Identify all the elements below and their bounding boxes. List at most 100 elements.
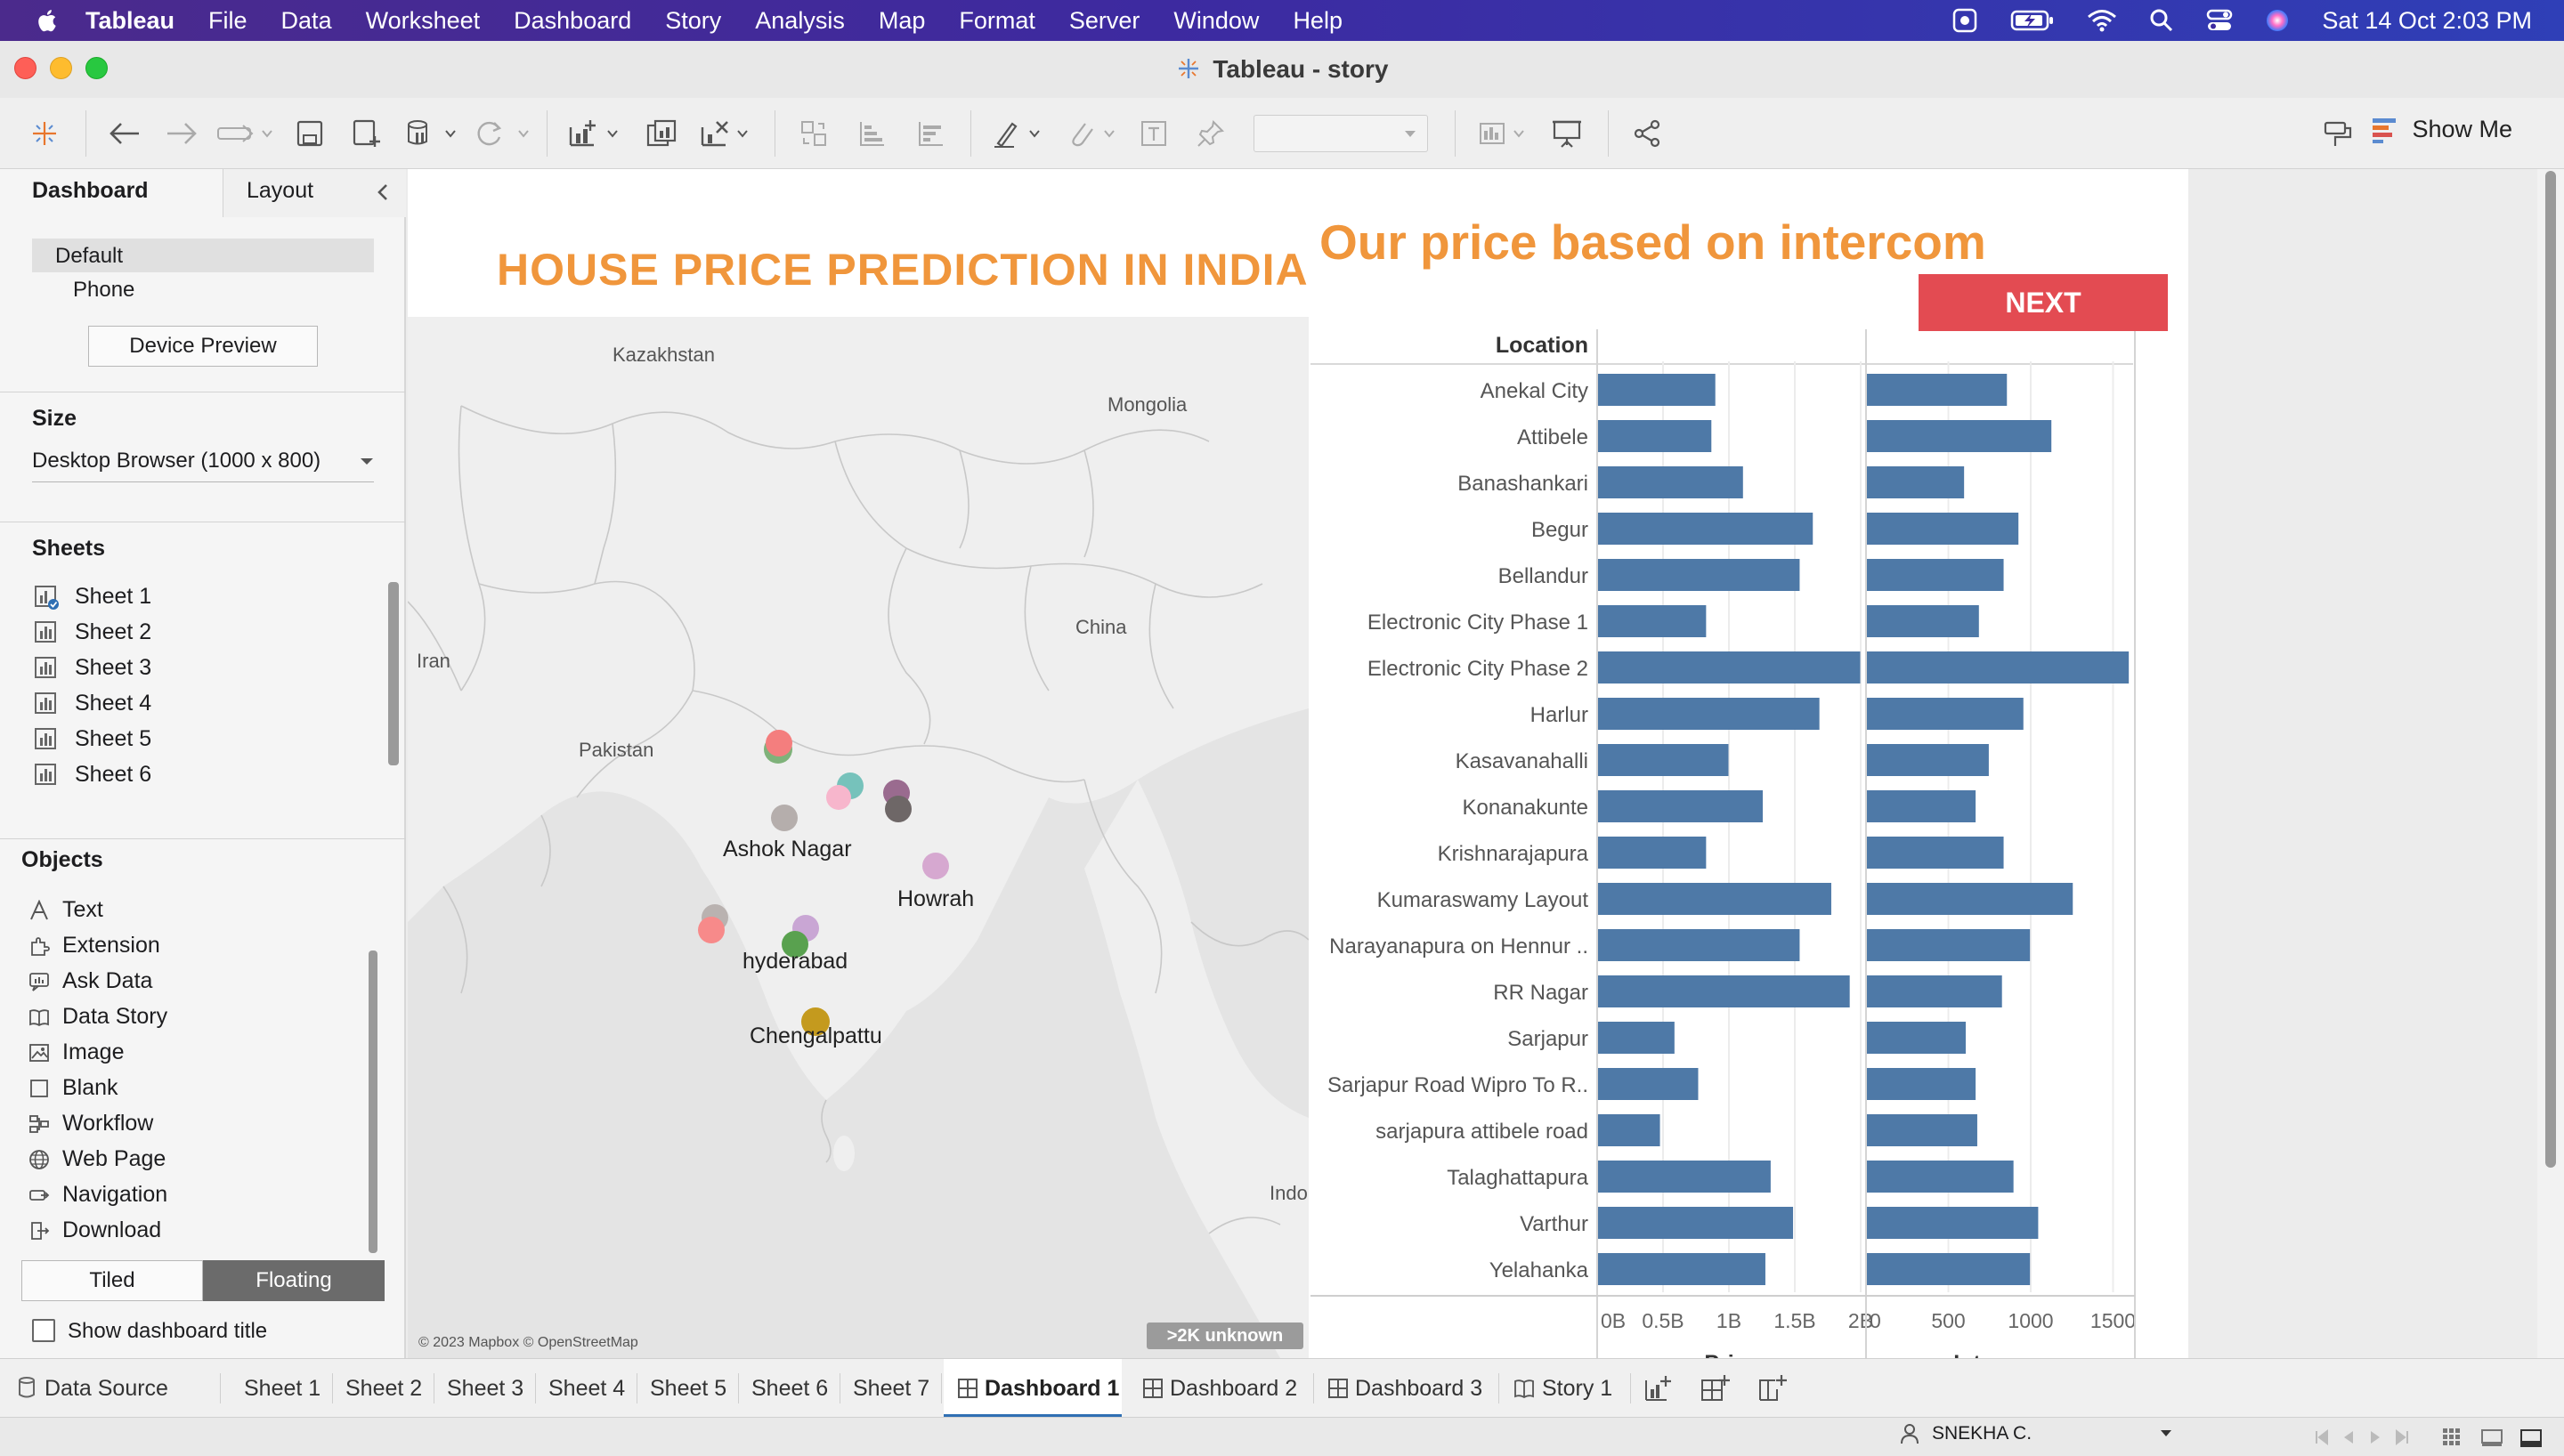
show-cards-icon[interactable] (1474, 114, 1537, 153)
share-icon[interactable] (1627, 114, 1667, 153)
menu-map[interactable]: Map (879, 7, 926, 35)
sort-descending-icon[interactable] (912, 114, 951, 153)
redo-icon[interactable] (162, 114, 201, 153)
previous-sheet-icon[interactable] (2340, 1428, 2357, 1446)
sheets-scrollbar[interactable] (388, 582, 399, 765)
tab-dashboard-2[interactable]: Dashboard 2 (1131, 1359, 1314, 1418)
highlight-icon[interactable] (990, 114, 1051, 153)
bar[interactable] (1598, 1207, 1794, 1239)
bar[interactable] (1867, 1068, 1976, 1100)
tabs-view-icon[interactable] (2519, 1427, 2543, 1448)
menu-clock[interactable]: Sat 14 Oct 2:03 PM (2322, 7, 2532, 35)
bar[interactable] (1598, 1022, 1675, 1054)
bar[interactable] (1598, 1161, 1771, 1193)
object-data-story[interactable]: Data Story (28, 1004, 167, 1030)
bar[interactable] (1867, 1253, 2031, 1285)
map-location-mark[interactable] (885, 796, 912, 822)
swap-rows-columns-icon[interactable] (794, 114, 833, 153)
tableau-home-icon[interactable] (25, 114, 64, 153)
collapse-pane-icon[interactable] (374, 180, 392, 205)
bar[interactable] (1867, 790, 1976, 822)
tab-sheet-5[interactable]: Sheet 5 (637, 1359, 739, 1418)
next-sheet-icon[interactable] (2366, 1428, 2384, 1446)
object-navigation[interactable]: Navigation (28, 1182, 167, 1208)
battery-icon[interactable] (2010, 9, 2055, 32)
bar[interactable] (1867, 420, 2052, 452)
object-ask-data[interactable]: Ask Data (28, 968, 152, 994)
bar[interactable] (1867, 1114, 1977, 1146)
new-worksheet-tab-icon[interactable] (1643, 1373, 1674, 1403)
fix-axes-icon[interactable] (1191, 114, 1230, 153)
bar[interactable] (1867, 605, 1979, 637)
menu-worksheet[interactable]: Worksheet (366, 7, 481, 35)
tab-sheet-1[interactable]: Sheet 1 (231, 1359, 333, 1418)
bar-chart-svg[interactable]: Location0B0.5B1B1.5B2BPrice050010001500I… (1310, 294, 2156, 1376)
object-image[interactable]: Image (28, 1039, 124, 1065)
bar[interactable] (1867, 1161, 2014, 1193)
menu-help[interactable]: Help (1293, 7, 1343, 35)
object-workflow[interactable]: Workflow (28, 1111, 153, 1136)
bar[interactable] (1867, 1207, 2039, 1239)
replay-icon[interactable] (214, 114, 278, 153)
map-location-mark[interactable] (922, 853, 949, 879)
sheet-sorter-icon[interactable] (2441, 1427, 2463, 1448)
bar[interactable] (1867, 1022, 1966, 1054)
group-members-icon[interactable] (1065, 114, 1125, 153)
filmstrip-icon[interactable] (2480, 1427, 2503, 1448)
bar[interactable] (1867, 466, 1965, 498)
bar[interactable] (1867, 651, 2130, 684)
map-view[interactable]: Kazakhstan Mongolia China Iran Pakistan … (408, 317, 1309, 1358)
bar[interactable] (1867, 513, 2019, 545)
new-worksheet-icon[interactable] (564, 114, 629, 153)
presentation-pointer-icon[interactable] (2318, 114, 2357, 153)
map-location-mark[interactable] (766, 730, 792, 756)
sheet-list-item[interactable]: Sheet 2 (34, 619, 151, 645)
last-sheet-icon[interactable] (2393, 1428, 2411, 1446)
bar[interactable] (1867, 559, 2004, 591)
pause-updates-icon[interactable] (402, 114, 465, 153)
map-location-mark[interactable] (771, 805, 798, 831)
object-web-page[interactable]: Web Page (28, 1146, 166, 1172)
tab-sheet-4[interactable]: Sheet 4 (536, 1359, 637, 1418)
apple-icon[interactable] (36, 8, 57, 33)
bar[interactable] (1867, 744, 1989, 776)
bar[interactable] (1598, 790, 1763, 822)
duplicate-sheet-icon[interactable] (643, 114, 682, 153)
menu-data[interactable]: Data (281, 7, 332, 35)
tab-sheet-2[interactable]: Sheet 2 (333, 1359, 434, 1418)
undo-icon[interactable] (105, 114, 144, 153)
data-source-tab[interactable]: Data Source (0, 1359, 221, 1418)
presentation-mode-icon[interactable] (1547, 114, 1586, 153)
bar[interactable] (1598, 374, 1716, 406)
sheet-list-item[interactable]: Sheet 4 (34, 691, 151, 716)
show-me-button[interactable]: Show Me (2371, 116, 2512, 143)
bar[interactable] (1598, 883, 1831, 915)
object-blank[interactable]: Blank (28, 1075, 118, 1101)
bar[interactable] (1598, 559, 1800, 591)
sheet-list-item[interactable]: Sheet 5 (34, 726, 151, 752)
next-button[interactable]: NEXT (1919, 274, 2168, 331)
menu-file[interactable]: File (208, 7, 247, 35)
new-story-tab-icon[interactable] (1757, 1373, 1788, 1403)
bar[interactable] (1598, 975, 1850, 1007)
bar[interactable] (1598, 837, 1707, 869)
bar[interactable] (1598, 929, 1800, 961)
menu-server[interactable]: Server (1069, 7, 1140, 35)
control-center-icon[interactable] (2206, 8, 2233, 33)
objects-scrollbar[interactable] (369, 950, 377, 1253)
map-location-mark[interactable] (826, 785, 851, 810)
bar[interactable] (1867, 837, 2004, 869)
clear-sheet-icon[interactable] (696, 114, 759, 153)
bar[interactable] (1867, 883, 2073, 915)
menu-analysis[interactable]: Analysis (755, 7, 845, 35)
tab-dashboard-3[interactable]: Dashboard 3 (1314, 1359, 1499, 1418)
floating-button[interactable]: Floating (203, 1260, 385, 1301)
user-menu[interactable]: SNEKHA C. (1900, 1423, 2172, 1444)
bar[interactable] (1598, 605, 1707, 637)
tiled-button[interactable]: Tiled (21, 1260, 203, 1301)
spotlight-search-icon[interactable] (2149, 8, 2174, 33)
siri-icon[interactable] (2265, 8, 2290, 33)
bar[interactable] (1867, 698, 2024, 730)
object-extension[interactable]: Extension (28, 933, 160, 959)
bar[interactable] (1598, 698, 1820, 730)
